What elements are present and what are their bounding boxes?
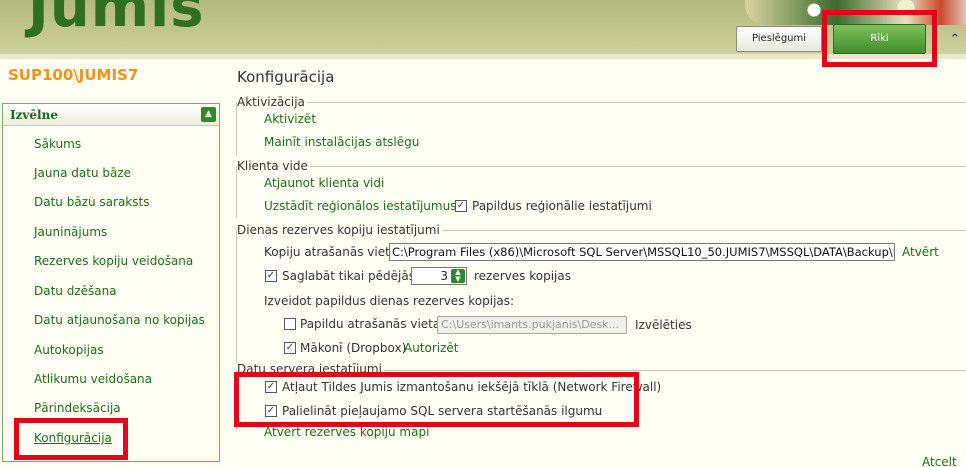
cloud-checkbox[interactable]: ✓ [284,342,296,354]
backup-location-label: Kopiju atrašanās vieta [264,245,398,259]
extra-regional-label: Papildus reģionālie iestatījumi [472,199,652,213]
sidebar-item-datu-atjaunosana[interactable]: Datu atjaunošana no kopijas [34,313,205,327]
sidebar-item-autokopijas[interactable]: Autokopijas [34,343,104,357]
menu-title: Izvēlne [10,108,58,122]
extra-backup-label: Izveidot papildus dienas rezerves kopija… [264,294,515,308]
keep-last-label: Saglabāt tikai pēdējās [282,269,415,283]
connections-button[interactable]: Pieslēgumi [736,26,822,52]
collapse-header-icon[interactable]: ⌃ [948,33,962,47]
page-title: Konfigurācija [237,68,335,86]
cloud-label: Mākonī (Dropbox) [300,341,407,355]
startup-label: Palielināt pieļaujamo SQL servera startē… [282,404,603,418]
firewall-label: Atļaut Tildes Jumis izmantošanu iekšējā … [282,380,662,394]
server-group [236,370,966,430]
sidebar-item-konfiguracija[interactable]: Konfigurācija [34,431,112,445]
menu-collapse-icon[interactable]: ▲ [201,107,216,122]
cancel-link[interactable]: Atcelt [922,455,957,467]
sidebar-item-parindeksacija[interactable]: Pārindeksācija [34,401,121,415]
keep-count-value: 3 [440,269,448,283]
app-header: Jumis Pieslēgumi Rīki ⌃ [0,0,966,57]
activate-link[interactable]: Aktivizēt [264,112,316,126]
stepper-arrows-icon[interactable]: ▲ ▼ [451,269,465,283]
open-backup-folder-link[interactable]: Atvērt rezerves kopiju mapi [264,425,429,439]
client-legend: Klienta vide [237,159,310,173]
backup-location-input[interactable]: C:\Program Files (x86)\Microsoft SQL Ser… [389,243,895,261]
firewall-checkbox[interactable]: ✓ [265,381,277,393]
authorize-link[interactable]: Autorizēt [404,341,459,355]
extra-location-input: C:\Users\imants.pukjanis\Desk... [437,316,627,334]
extra-location-label: Papildu atrašanās vieta [300,317,441,331]
header-divider [0,54,966,59]
database-title: SUP100\JUMIS7 [8,66,139,84]
restore-client-link[interactable]: Atjaunot klienta vidi [264,176,384,190]
extra-location-checkbox[interactable] [284,318,296,330]
regional-settings-link[interactable]: Uzstādīt reģionālos iestatījumus [264,199,456,213]
sidebar-item-datu-bazu-saraksts[interactable]: Datu bāzu saraksts [34,195,149,209]
header-decoration-image [745,0,966,25]
sidebar-item-jauninajums[interactable]: Jauninājums [34,225,107,239]
sidebar-item-atlikumu-veidosana[interactable]: Atlikumu veidošana [34,372,152,386]
copies-label: rezerves kopijas [474,269,571,283]
keep-last-checkbox[interactable]: ✓ [265,270,277,282]
server-legend: Datu servera iestatījumi [237,362,384,376]
backup-legend: Dienas rezerves kopiju iestatījumi [237,223,442,237]
sidebar-item-sakums[interactable]: Sākums [34,137,81,151]
sidebar-item-jauna-datu-baze[interactable]: Jauna datu bāze [34,166,131,180]
extra-regional-checkbox[interactable]: ✓ [455,200,467,212]
menu-header: Izvēlne ▲ [3,104,219,126]
sidebar-item-rezerves-kopiju-veidosana[interactable]: Rezerves kopiju veidošana [34,254,193,268]
sidebar-menu: Izvēlne ▲ Sākums Jauna datu bāze Datu bā… [2,103,220,462]
change-key-link[interactable]: Mainīt instalācijas atslēgu [264,135,419,149]
startup-checkbox[interactable]: ✓ [265,405,277,417]
app-logo: Jumis [28,0,205,40]
tools-button[interactable]: Rīki [833,24,926,54]
sidebar-item-datu-dzesana[interactable]: Datu dzēšana [34,284,117,298]
choose-label[interactable]: Izvēlēties [635,318,692,332]
activation-legend: Aktivizācija [237,95,307,109]
keep-count-stepper[interactable]: 3 ▲ ▼ [411,267,467,285]
open-location-link[interactable]: Atvērt [902,245,939,259]
